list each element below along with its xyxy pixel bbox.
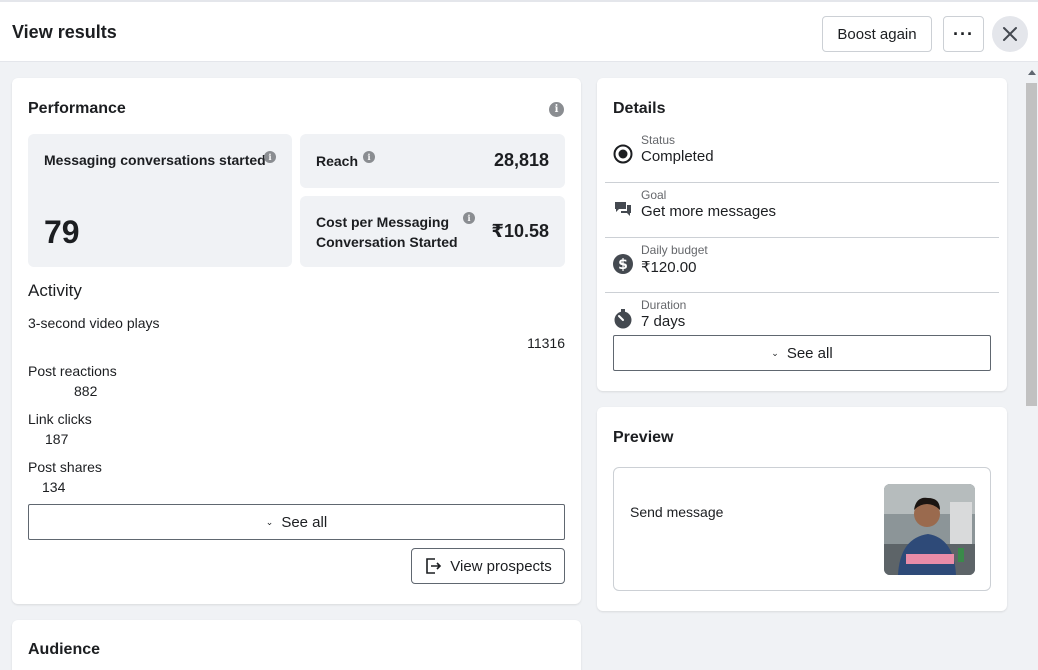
see-all-label: See all (786, 344, 833, 362)
activity-value: 11316 (527, 335, 565, 351)
view-prospects-button[interactable]: View prospects (411, 548, 565, 584)
detail-label: Goal (641, 188, 667, 202)
see-all-label: See all (281, 513, 328, 531)
detail-label: Duration (641, 298, 687, 312)
activity-label: Link clicks (28, 411, 92, 427)
chevron-down-icon: ⌄ (771, 347, 779, 358)
cost-metric: Cost per Messaging Conversation Started … (300, 196, 565, 267)
more-icon: ··· (953, 23, 974, 44)
ad-image (884, 484, 975, 575)
audience-card: Audience (12, 620, 581, 670)
export-icon (426, 558, 442, 574)
close-button[interactable] (992, 16, 1028, 52)
messaging-value: 79 (44, 214, 80, 250)
detail-value: 7 days (641, 313, 686, 330)
details-title: Details (613, 100, 666, 117)
performance-card: Performance i Messaging conversations st… (12, 78, 581, 604)
dollar-circle-icon: $ (613, 254, 633, 274)
scrollbar[interactable] (1024, 62, 1038, 670)
reach-label: Reach (316, 153, 359, 169)
cost-value: ₹10.58 (491, 221, 549, 241)
detail-row-status: Status Completed (605, 128, 999, 183)
activity-value: 187 (45, 431, 69, 447)
ad-preview[interactable]: Send message (613, 467, 991, 591)
activity-value: 882 (74, 383, 98, 399)
boost-again-button[interactable]: Boost again (822, 16, 932, 52)
page-title: View results (12, 22, 117, 42)
preview-title: Preview (613, 429, 674, 446)
info-icon[interactable]: i (463, 212, 475, 224)
detail-value: Completed (641, 148, 714, 165)
stopwatch-icon (614, 309, 632, 329)
preview-card: Preview Send message (597, 407, 1007, 611)
see-all-details-button[interactable]: ⌄ See all (613, 335, 991, 371)
details-card: Details Status Completed Goal Get more m… (597, 78, 1007, 391)
scrollbar-thumb[interactable] (1026, 83, 1037, 406)
cost-label-line1: Cost per Messaging (316, 214, 450, 230)
see-all-activity-button[interactable]: ⌄ See all (28, 504, 565, 540)
activity-value: 134 (42, 479, 66, 495)
messaging-label: Messaging conversations started (44, 152, 266, 168)
reach-value: 28,818 (493, 150, 549, 170)
send-message-label: Send message (630, 504, 724, 520)
activity-label: Post shares (28, 459, 102, 475)
radio-selected-icon (613, 144, 633, 164)
detail-label: Daily budget (641, 243, 708, 257)
detail-label: Status (641, 133, 676, 147)
detail-row-goal: Goal Get more messages (605, 183, 999, 238)
activity-label: 3-second video plays (28, 315, 160, 331)
info-icon[interactable]: i (363, 151, 375, 163)
performance-title: Performance (28, 100, 126, 117)
chat-bubbles-icon (615, 202, 631, 216)
info-icon[interactable]: i (549, 102, 564, 117)
close-icon (1003, 27, 1017, 41)
svg-text:$: $ (618, 257, 628, 273)
audience-title: Audience (28, 641, 101, 658)
detail-value: ₹120.00 (641, 259, 697, 276)
scroll-up-arrow-icon[interactable] (1028, 70, 1036, 75)
header: View results Boost again ··· (0, 0, 1038, 62)
detail-row-budget: $ Daily budget ₹120.00 (605, 238, 999, 293)
messaging-metric: Messaging conversations started i 79 (28, 134, 292, 267)
chevron-down-icon: ⌄ (265, 516, 274, 527)
cost-label-line2: Conversation Started (316, 234, 458, 250)
info-icon[interactable]: i (264, 151, 276, 163)
more-options-button[interactable]: ··· (943, 16, 984, 52)
activity-title: Activity (28, 281, 82, 300)
detail-value: Get more messages (641, 203, 777, 220)
reach-metric: Reach i 28,818 (300, 134, 565, 188)
view-prospects-label: View prospects (450, 557, 552, 575)
activity-label: Post reactions (28, 363, 117, 379)
